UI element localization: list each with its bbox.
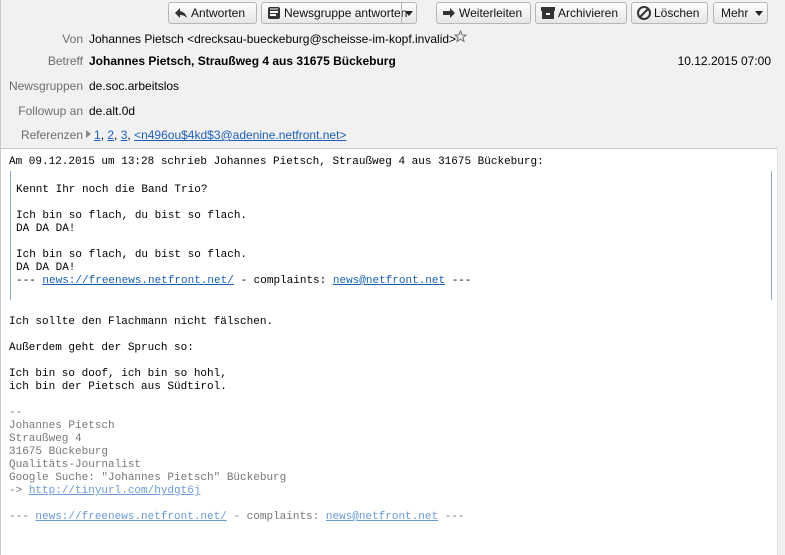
chevron-down-icon <box>405 11 413 16</box>
quote-intro: Am 09.12.2015 um 13:28 schrieb Johannes … <box>9 156 544 168</box>
quote-line: Ich bin so flach, du bist so flach. <box>16 210 248 222</box>
reply-newsgroup-dropdown[interactable] <box>401 3 416 23</box>
from-label: Von <box>62 32 83 46</box>
newsgroups-row: Newsgruppen de.soc.arbeitslos <box>0 78 785 94</box>
tinyurl-link[interactable]: http://tinyurl.com/hydgt6j <box>29 485 201 497</box>
newsgroups-label: Newsgruppen <box>8 79 83 93</box>
quote-line: DA DA DA! <box>16 262 76 274</box>
body-paragraph: Außerdem geht der Spruch so: <box>9 342 194 354</box>
reply-arrow-icon <box>174 6 188 20</box>
references-row: Referenzen 1, 2, 3, <n496ou$4kd$3@adenin… <box>20 128 347 142</box>
reference-link-1[interactable]: 1 <box>94 128 101 142</box>
quote-line: Ich bin so flach, du bist so flach. <box>16 249 248 261</box>
references-expand-icon[interactable] <box>86 130 91 138</box>
body-paragraph: ich bin der Pietsch aus Südtirol. <box>9 381 227 393</box>
subject-value: Johannes Pietsch, Straußweg 4 aus 31675 … <box>89 54 396 68</box>
archive-button[interactable]: Archivieren <box>535 2 627 24</box>
complaints-email-link[interactable]: news@netfront.net <box>326 511 438 523</box>
quote-footer: --- news://freenews.netfront.net/ - comp… <box>16 275 472 287</box>
newsgroup-icon <box>267 6 281 20</box>
signature-line: 31675 Bückeburg <box>9 446 109 458</box>
forward-arrow-icon <box>442 6 456 20</box>
reply-button[interactable]: Antworten <box>168 2 257 24</box>
chevron-down-icon <box>755 11 763 16</box>
followup-row: Followup an de.alt.0d <box>0 103 785 119</box>
message-header: Antworten Newsgruppe antworten Weiterlei… <box>0 0 785 149</box>
delete-circle-icon <box>637 6 651 20</box>
signature-line: Johannes Pietsch <box>9 420 115 432</box>
signature-line: Google Suche: "Johannes Pietsch" Bückebu… <box>9 472 287 484</box>
quote-right-bar <box>771 171 772 300</box>
quote-line: Kennt Ihr noch die Band Trio? <box>16 184 208 196</box>
left-border <box>0 0 1 555</box>
complaints-email-link[interactable]: news@netfront.net <box>333 275 445 287</box>
newsgroups-value[interactable]: de.soc.arbeitslos <box>89 78 179 94</box>
footer-line: --- news://freenews.netfront.net/ - comp… <box>9 511 465 523</box>
from-value[interactable]: Johannes Pietsch <drecksau-bueckeburg@sc… <box>89 31 456 47</box>
message-date: 10.12.2015 07:00 <box>677 54 771 68</box>
archive-box-icon <box>541 6 555 20</box>
subject-row: Betreff Johannes Pietsch, Straußweg 4 au… <box>0 53 785 69</box>
star-icon[interactable] <box>453 29 468 47</box>
body-paragraph: Ich bin so doof, ich bin so hohl, <box>9 368 227 380</box>
more-button[interactable]: Mehr <box>713 2 768 24</box>
message-toolbar: Antworten Newsgruppe antworten Weiterlei… <box>168 2 777 26</box>
from-row: Von Johannes Pietsch <drecksau-bueckebur… <box>0 29 785 47</box>
signature-line: -- <box>9 407 23 419</box>
quote-line: DA DA DA! <box>16 223 76 235</box>
subject-label: Betreff <box>47 54 83 68</box>
references-label: Referenzen <box>20 128 83 142</box>
body-paragraph: Ich sollte den Flachmann nicht fälschen. <box>9 316 274 328</box>
followup-label: Followup an <box>18 104 83 118</box>
vertical-scrollbar[interactable] <box>777 148 785 555</box>
followup-value[interactable]: de.alt.0d <box>89 103 135 119</box>
freenews-link[interactable]: news://freenews.netfront.net/ <box>42 275 233 287</box>
forward-button[interactable]: Weiterleiten <box>436 2 531 24</box>
delete-button[interactable]: Löschen <box>631 2 708 24</box>
signature-line: Qualitäts-Journalist <box>9 459 142 471</box>
signature-line: Straußweg 4 <box>9 433 82 445</box>
freenews-link[interactable]: news://freenews.netfront.net/ <box>35 511 226 523</box>
quote-left-bar <box>10 171 11 300</box>
reference-msgid-link[interactable]: <n496ou$4kd$3@adenine.netfront.net> <box>134 128 346 142</box>
signature-link-line: -> http://tinyurl.com/hydgt6j <box>9 485 201 497</box>
reply-newsgroup-button[interactable]: Newsgruppe antworten <box>261 2 417 24</box>
